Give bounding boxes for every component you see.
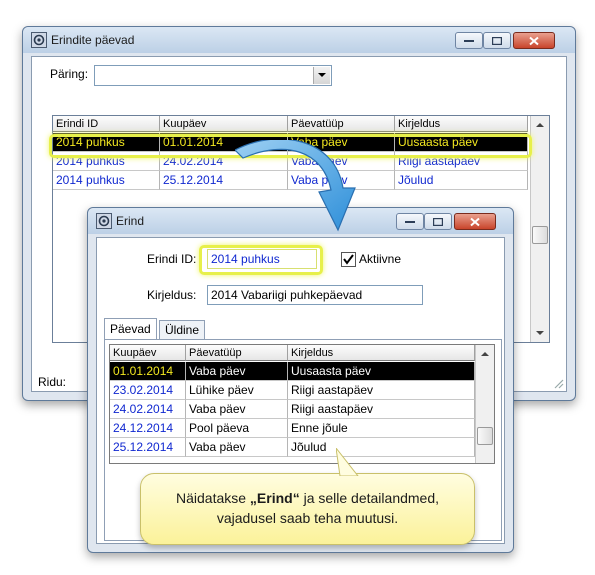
- grid-cell[interactable]: Riigi aastapäev: [288, 381, 475, 400]
- tab-uldine[interactable]: Üldine: [159, 320, 206, 339]
- info-callout: Näidatakse „Erind“ ja selle detailandmed…: [140, 448, 475, 545]
- app-icon: [31, 32, 47, 48]
- scroll-up-icon[interactable]: [476, 347, 494, 361]
- detail-window-title: Erind: [116, 214, 145, 228]
- grid-cell[interactable]: Jõulud: [395, 171, 528, 190]
- chevron-down-icon: [318, 73, 326, 77]
- minimize-button[interactable]: [455, 32, 483, 49]
- erindi-id-label: Erindi ID:: [147, 252, 197, 266]
- scroll-thumb[interactable]: [477, 427, 493, 445]
- grid-cell[interactable]: Vaba päev: [186, 362, 288, 381]
- callout-text-line2: vajadusel saab teha muutusi.: [216, 510, 399, 526]
- col-header-kuupaev[interactable]: Kuupäev: [160, 116, 288, 132]
- main-grid-scrollbar[interactable]: [530, 116, 549, 342]
- app-icon: [96, 213, 112, 229]
- col-header-kirjeldus[interactable]: Kirjeldus: [395, 116, 528, 132]
- close-icon: [529, 36, 539, 45]
- grid-cell[interactable]: Riigi aastapäev: [288, 400, 475, 419]
- rows-count-label: Ridu:: [38, 375, 67, 389]
- tab-paevad[interactable]: Päevad: [104, 318, 157, 339]
- grid-cell[interactable]: 2014 puhkus: [53, 152, 160, 171]
- query-combo[interactable]: [94, 65, 332, 86]
- callout-tail: [336, 448, 359, 476]
- grid-cell[interactable]: Vaba päev: [186, 400, 288, 419]
- main-titlebar[interactable]: Erindite päevad: [23, 27, 575, 53]
- callout-text-suffix: ja selle detailandmed,: [299, 490, 440, 506]
- scroll-up-icon[interactable]: [531, 118, 549, 132]
- maximize-button[interactable]: [424, 213, 452, 230]
- maximize-icon: [492, 36, 502, 45]
- callout-text-prefix: Näidatakse: [175, 490, 250, 506]
- grid-cell[interactable]: 25.12.2014: [110, 438, 186, 457]
- kirjeldus-field[interactable]: 2014 Vabariigi puhkepäevad: [207, 285, 423, 305]
- grid-cell[interactable]: Lühike päev: [186, 381, 288, 400]
- grid-cell[interactable]: 24.02.2014: [110, 400, 186, 419]
- col-header-erindi-id[interactable]: Erindi ID: [53, 116, 160, 132]
- callout-text-bold: „Erind“: [249, 490, 300, 506]
- col-header-paevatuup[interactable]: Päevatüüp: [186, 345, 288, 361]
- close-button[interactable]: [454, 213, 496, 230]
- maximize-icon: [433, 217, 443, 226]
- detail-grid[interactable]: Kuupäev Päevatüüp Kirjeldus 01.01.2014 V…: [109, 344, 495, 464]
- grid-cell[interactable]: 23.02.2014: [110, 381, 186, 400]
- minimize-icon: [464, 39, 474, 42]
- query-dropdown-button[interactable]: [313, 67, 330, 84]
- col-header-paevatuup[interactable]: Päevatüüp: [288, 116, 395, 132]
- resize-grip-icon[interactable]: [552, 377, 564, 389]
- scroll-down-icon[interactable]: [531, 326, 549, 340]
- close-button[interactable]: [513, 32, 555, 49]
- col-header-kirjeldus[interactable]: Kirjeldus: [288, 345, 475, 361]
- link-arrow-icon: [235, 140, 356, 232]
- query-label: Päring:: [50, 67, 89, 81]
- minimize-button[interactable]: [396, 213, 424, 230]
- grid-cell[interactable]: Pool päeva: [186, 419, 288, 438]
- grid-cell[interactable]: Uusaasta päev: [395, 133, 528, 152]
- grid-cell[interactable]: Enne jõule: [288, 419, 475, 438]
- minimize-icon: [405, 220, 415, 223]
- detail-grid-scrollbar[interactable]: [475, 345, 494, 463]
- grid-cell[interactable]: 2014 puhkus: [53, 171, 160, 190]
- scroll-thumb[interactable]: [532, 226, 548, 244]
- main-window-title: Erindite päevad: [51, 33, 135, 47]
- grid-cell[interactable]: 01.01.2014: [110, 362, 186, 381]
- grid-cell[interactable]: Jõulud: [288, 438, 475, 457]
- close-icon: [470, 217, 480, 226]
- maximize-button[interactable]: [483, 32, 511, 49]
- kirjeldus-label: Kirjeldus:: [147, 288, 197, 302]
- col-header-kuupaev[interactable]: Kuupäev: [110, 345, 186, 361]
- grid-cell[interactable]: 24.12.2014: [110, 419, 186, 438]
- grid-cell[interactable]: Riigi aastapäev: [395, 152, 528, 171]
- grid-cell[interactable]: Uusaasta päev: [288, 362, 475, 381]
- grid-cell[interactable]: 2014 puhkus: [53, 133, 160, 152]
- grid-cell[interactable]: Vaba päev: [186, 438, 288, 457]
